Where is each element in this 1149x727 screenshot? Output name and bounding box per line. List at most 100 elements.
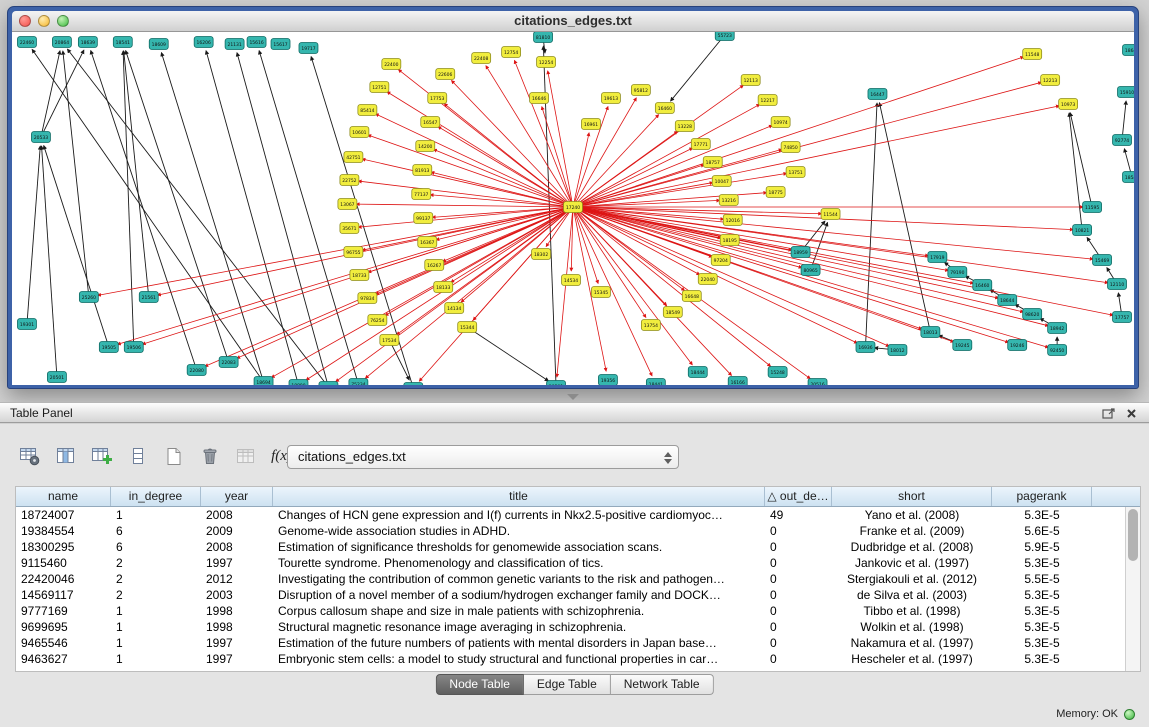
scrollbar-thumb[interactable]: [1128, 509, 1138, 561]
graph-node[interactable]: 11544: [821, 209, 840, 220]
graph-node[interactable]: 79190: [948, 267, 967, 278]
graph-node[interactable]: 12113: [741, 75, 760, 86]
graph-node[interactable]: 18640: [1123, 45, 1134, 56]
graph-node[interactable]: 18549: [663, 307, 682, 318]
graph-node[interactable]: 35671: [340, 223, 359, 234]
graph-node[interactable]: 11548: [1023, 49, 1042, 60]
row-tools-button[interactable]: [122, 441, 153, 472]
network-svg[interactable]: 1724022400127518541410601427512275213067…: [12, 32, 1134, 385]
graph-node[interactable]: 22460: [17, 37, 36, 48]
graph-node[interactable]: 21131: [225, 39, 244, 50]
graph-node[interactable]: 12213: [1041, 75, 1060, 86]
graph-node[interactable]: 20864: [52, 37, 71, 48]
graph-node[interactable]: 16460: [973, 280, 992, 291]
graph-node[interactable]: 18012: [888, 345, 907, 356]
graph-node[interactable]: 16367: [418, 237, 437, 248]
graph-node[interactable]: 14134: [445, 303, 464, 314]
graph-node[interactable]: 18133: [434, 282, 453, 293]
graph-node[interactable]: 10821: [1073, 225, 1092, 236]
graph-node[interactable]: 18302: [532, 249, 551, 260]
graph-node[interactable]: 76254: [368, 315, 387, 326]
graph-node[interactable]: 96755: [344, 247, 363, 258]
graph-node[interactable]: 21561: [139, 292, 158, 303]
graph-node[interactable]: 15248: [768, 367, 787, 378]
graph-node[interactable]: 75230: [319, 382, 338, 386]
graph-node[interactable]: 18013: [921, 327, 940, 338]
graph-node[interactable]: 18890: [289, 380, 308, 386]
graph-node[interactable]: 14200: [416, 141, 435, 152]
graph-node[interactable]: 99137: [414, 213, 433, 224]
graph-node[interactable]: 18444: [688, 367, 707, 378]
graph-node[interactable]: 16206: [194, 37, 213, 48]
graph-node[interactable]: 15469: [1093, 255, 1112, 266]
graph-node[interactable]: 92774: [1113, 135, 1132, 146]
column-header-in_degree[interactable]: in_degree: [111, 487, 201, 506]
graph-node[interactable]: 19505: [99, 342, 118, 353]
table-vertical-scrollbar[interactable]: [1125, 507, 1140, 671]
graph-node[interactable]: 20501: [47, 372, 66, 383]
graph-node[interactable]: 42751: [344, 152, 363, 163]
graph-node[interactable]: 15910: [1118, 87, 1134, 98]
graph-node[interactable]: 18609: [149, 39, 168, 50]
close-button[interactable]: [19, 15, 31, 27]
graph-node[interactable]: 12254: [537, 57, 556, 68]
graph-node[interactable]: 22080: [187, 365, 206, 376]
graph-node[interactable]: 17919: [928, 252, 947, 263]
minimize-button[interactable]: [38, 15, 50, 27]
graph-node[interactable]: 18942: [1048, 323, 1067, 334]
graph-node[interactable]: 11595: [1083, 202, 1102, 213]
tab-network-table[interactable]: Network Table: [611, 674, 714, 695]
graph-node[interactable]: 16447: [868, 89, 887, 100]
graph-node[interactable]: 16648: [682, 291, 701, 302]
graph-node[interactable]: 18644: [998, 295, 1017, 306]
graph-node[interactable]: 17771: [691, 139, 710, 150]
table-row[interactable]: 1872400712008Changes of HCN gene express…: [16, 507, 1125, 523]
graph-node[interactable]: 22752: [340, 175, 359, 186]
graph-node[interactable]: 10601: [350, 127, 369, 138]
graph-node[interactable]: 16936: [856, 342, 875, 353]
graph-node[interactable]: 13216: [719, 195, 738, 206]
graph-node[interactable]: 18733: [350, 270, 369, 281]
graph-node[interactable]: 19245: [953, 340, 972, 351]
column-header-out_de[interactable]: △ out_de…: [765, 487, 832, 506]
graph-node[interactable]: 18757: [703, 157, 722, 168]
graph-node[interactable]: 55723: [715, 32, 734, 41]
panel-splitter-handle[interactable]: [567, 394, 579, 400]
graph-node[interactable]: 16646: [530, 93, 549, 104]
graph-node[interactable]: 15617: [271, 39, 290, 50]
graph-node[interactable]: 16166: [728, 377, 747, 386]
graph-node[interactable]: 15344: [458, 322, 477, 333]
table-row[interactable]: 977716911998Corpus callosum shape and si…: [16, 603, 1125, 619]
table-import-button[interactable]: [86, 441, 117, 472]
graph-node[interactable]: 19613: [601, 93, 620, 104]
graph-node[interactable]: 18541: [113, 37, 132, 48]
column-header-name[interactable]: name: [16, 487, 111, 506]
graph-node[interactable]: 19301: [17, 319, 36, 330]
graph-node[interactable]: 74850: [781, 142, 800, 153]
graph-node[interactable]: 85414: [358, 105, 377, 116]
graph-node[interactable]: 17504: [404, 383, 423, 386]
tab-edge-table[interactable]: Edge Table: [524, 674, 611, 695]
graph-node[interactable]: 16961: [581, 119, 600, 130]
new-table-button[interactable]: [158, 441, 189, 472]
table-row[interactable]: 946362711997Embryonic stem cells: a mode…: [16, 651, 1125, 667]
delete-table-button[interactable]: [194, 441, 225, 472]
graph-node[interactable]: 18543: [1123, 172, 1134, 183]
float-panel-button[interactable]: [1101, 406, 1117, 421]
graph-node[interactable]: 12016: [723, 215, 742, 226]
column-header-title[interactable]: title: [273, 487, 765, 506]
graph-node[interactable]: 20533: [31, 132, 50, 143]
column-header-year[interactable]: year: [201, 487, 273, 506]
graph-node[interactable]: 15345: [591, 287, 610, 298]
graph-node[interactable]: 19246: [1008, 340, 1027, 351]
memory-status-icon[interactable]: [1124, 709, 1135, 720]
graph-node[interactable]: 18639: [78, 37, 97, 48]
graph-node[interactable]: 22400: [382, 59, 401, 70]
graph-node[interactable]: 92450: [1048, 345, 1067, 356]
table-row[interactable]: 1456911722003Disruption of a novel membe…: [16, 587, 1125, 603]
graph-node[interactable]: 98620: [1023, 309, 1042, 320]
graph-node[interactable]: 19506: [124, 342, 143, 353]
graph-node[interactable]: 95812: [631, 85, 650, 96]
graph-node[interactable]: 77137: [412, 189, 431, 200]
graph-node[interactable]: 80965: [801, 265, 820, 276]
